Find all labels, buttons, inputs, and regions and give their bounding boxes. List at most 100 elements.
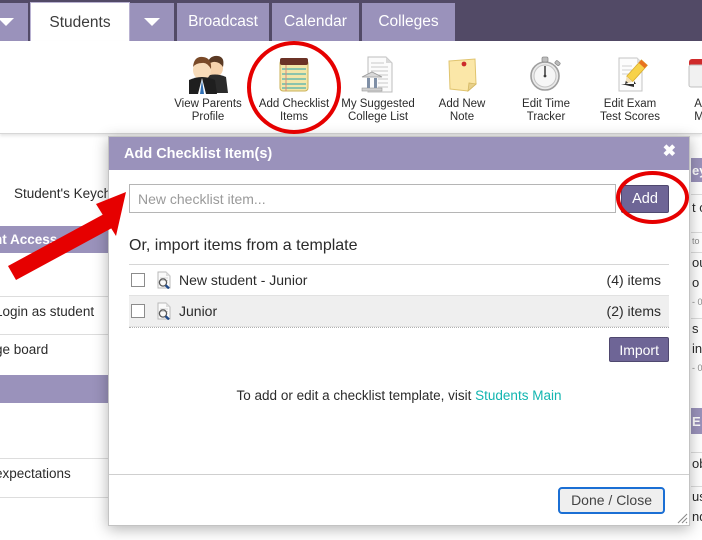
background-row: s w xyxy=(691,318,702,338)
background-row-label: - 0 xyxy=(692,362,702,373)
background-row-label: ou xyxy=(692,255,702,270)
background-row xyxy=(0,497,118,519)
annotation-ellipse-add-checklist-items xyxy=(247,41,341,134)
college-list-icon xyxy=(356,47,400,95)
background-row: E xyxy=(691,408,702,434)
tab-scroll-left[interactable] xyxy=(0,3,28,41)
template-checkbox[interactable] xyxy=(131,304,145,318)
background-row-label: s w xyxy=(692,321,702,336)
background-row: - 0 xyxy=(691,360,702,375)
modal-body: Add Or, import items from a template xyxy=(109,184,689,403)
tab-broadcast[interactable]: Broadcast xyxy=(177,3,269,41)
edit-pencil-document-icon xyxy=(608,47,652,95)
background-row: nt Access xyxy=(0,226,118,253)
tab-colleges[interactable]: Colleges xyxy=(362,3,455,41)
add-checklist-modal: Add Checklist Item(s) ✖ Add Or, import i… xyxy=(108,136,690,526)
tab-calendar-label: Calendar xyxy=(284,13,347,30)
partial-cut-icon xyxy=(681,47,702,95)
background-row xyxy=(0,375,118,403)
close-icon[interactable]: ✖ xyxy=(663,144,676,160)
background-row-label: us xyxy=(692,489,702,504)
background-row: ge board xyxy=(0,334,118,363)
background-row: Login as student xyxy=(0,296,118,325)
import-section-title: Or, import items from a template xyxy=(129,237,358,254)
import-row: Import xyxy=(129,337,669,362)
top-tab-bar: Students Broadcast Calendar Colleges xyxy=(0,0,702,42)
toolbar-item-label: Edit Exam Test Scores xyxy=(599,98,661,123)
template-list-divider xyxy=(129,327,669,328)
template-row[interactable]: Junior (2) items xyxy=(129,296,669,327)
background-row: Student's Keychain xyxy=(0,178,129,209)
tab-broadcast-label: Broadcast xyxy=(188,13,258,30)
background-row: - 0 xyxy=(691,294,702,309)
toolbar-item-label: Edit Time Tracker xyxy=(522,98,570,123)
background-row: to l xyxy=(691,232,702,248)
annotation-ellipse-add-button xyxy=(616,171,689,224)
background-right-column: ey t o to l ou o p - 0 s w ing - 0 E ob xyxy=(691,136,702,540)
toolbar-item-label: My Suggested College List xyxy=(341,98,415,123)
background-row-label: o p xyxy=(692,274,702,290)
toolbar-item-label: Ac M xyxy=(694,98,702,123)
parents-profile-icon xyxy=(185,47,231,95)
background-row: ou xyxy=(691,252,702,272)
resize-handle-icon[interactable] xyxy=(674,510,688,524)
background-row-label: expectations xyxy=(0,465,71,481)
modal-footer: Done / Close xyxy=(109,474,689,525)
background-row-label: ey xyxy=(692,162,702,178)
background-row-label: Login as student xyxy=(0,303,95,319)
tab-students-dropdown[interactable] xyxy=(130,3,174,41)
background-row-label: t o xyxy=(692,200,702,215)
background-row: nd xyxy=(691,506,702,526)
document-search-icon xyxy=(153,302,175,320)
background-row-label: ob xyxy=(692,456,702,471)
toolbar-item-edit-time-tracker[interactable]: Edit Time Tracker xyxy=(504,47,588,123)
toolbar-item-label: View Parents Profile xyxy=(174,98,242,123)
students-main-link[interactable]: Students Main xyxy=(475,388,561,403)
background-row: t o xyxy=(691,194,702,220)
chevron-down-icon xyxy=(144,18,160,26)
background-row: us xyxy=(691,486,702,506)
background-row-label: - 0 xyxy=(692,296,702,307)
template-hint-text: To add or edit a checklist template, vis… xyxy=(236,388,476,403)
tab-students-label: Students xyxy=(49,13,111,31)
toolbar-item-view-parents-profile[interactable]: View Parents Profile xyxy=(166,47,250,123)
import-button[interactable]: Import xyxy=(609,337,669,362)
sticky-note-icon xyxy=(440,47,484,95)
template-checkbox[interactable] xyxy=(131,273,145,287)
tab-colleges-label: Colleges xyxy=(378,13,439,30)
template-row[interactable]: New student - Junior (4) items xyxy=(129,265,669,296)
toolbar-ribbon: View Parents Profile Add Checklist Items… xyxy=(0,41,702,134)
toolbar-item-label: Add New Note xyxy=(438,98,486,123)
template-name: Junior xyxy=(179,303,218,319)
stopwatch-icon xyxy=(524,47,568,95)
tab-calendar[interactable]: Calendar xyxy=(272,3,359,41)
background-row-label: ge board xyxy=(0,341,49,357)
template-hint: To add or edit a checklist template, vis… xyxy=(129,388,669,403)
document-search-icon xyxy=(153,271,175,289)
modal-title: Add Checklist Item(s) xyxy=(124,145,273,162)
background-row-label: nd xyxy=(692,508,702,524)
background-row: ob xyxy=(691,452,702,474)
background-row-label: E xyxy=(692,413,701,429)
toolbar-item-edit-exam-test-scores[interactable]: Edit Exam Test Scores xyxy=(588,47,672,123)
background-row-label: nt Access xyxy=(0,232,58,247)
template-count: (2) items xyxy=(606,303,661,319)
chevron-down-icon xyxy=(0,18,14,26)
background-row: ey xyxy=(691,158,702,182)
toolbar-item-add-new-note[interactable]: Add New Note xyxy=(420,47,504,123)
done-close-button[interactable]: Done / Close xyxy=(558,486,665,514)
background-row-label: ing xyxy=(692,340,702,356)
toolbar-item-partial-cutoff[interactable]: Ac M xyxy=(672,47,702,123)
toolbar-item-my-suggested-college-list[interactable]: My Suggested College List xyxy=(336,47,420,123)
tab-students[interactable]: Students xyxy=(30,2,130,42)
background-row: ing xyxy=(691,338,702,358)
template-name: New student - Junior xyxy=(179,272,308,288)
background-row-label: to l xyxy=(692,235,702,246)
template-count: (4) items xyxy=(606,272,661,288)
new-checklist-item-input[interactable] xyxy=(129,184,616,213)
modal-header: Add Checklist Item(s) ✖ xyxy=(109,137,689,170)
background-row: o p xyxy=(691,272,702,292)
background-row: expectations xyxy=(0,458,118,487)
new-item-row: Add xyxy=(129,184,669,213)
template-list: New student - Junior (4) items Junior (2… xyxy=(129,264,669,328)
